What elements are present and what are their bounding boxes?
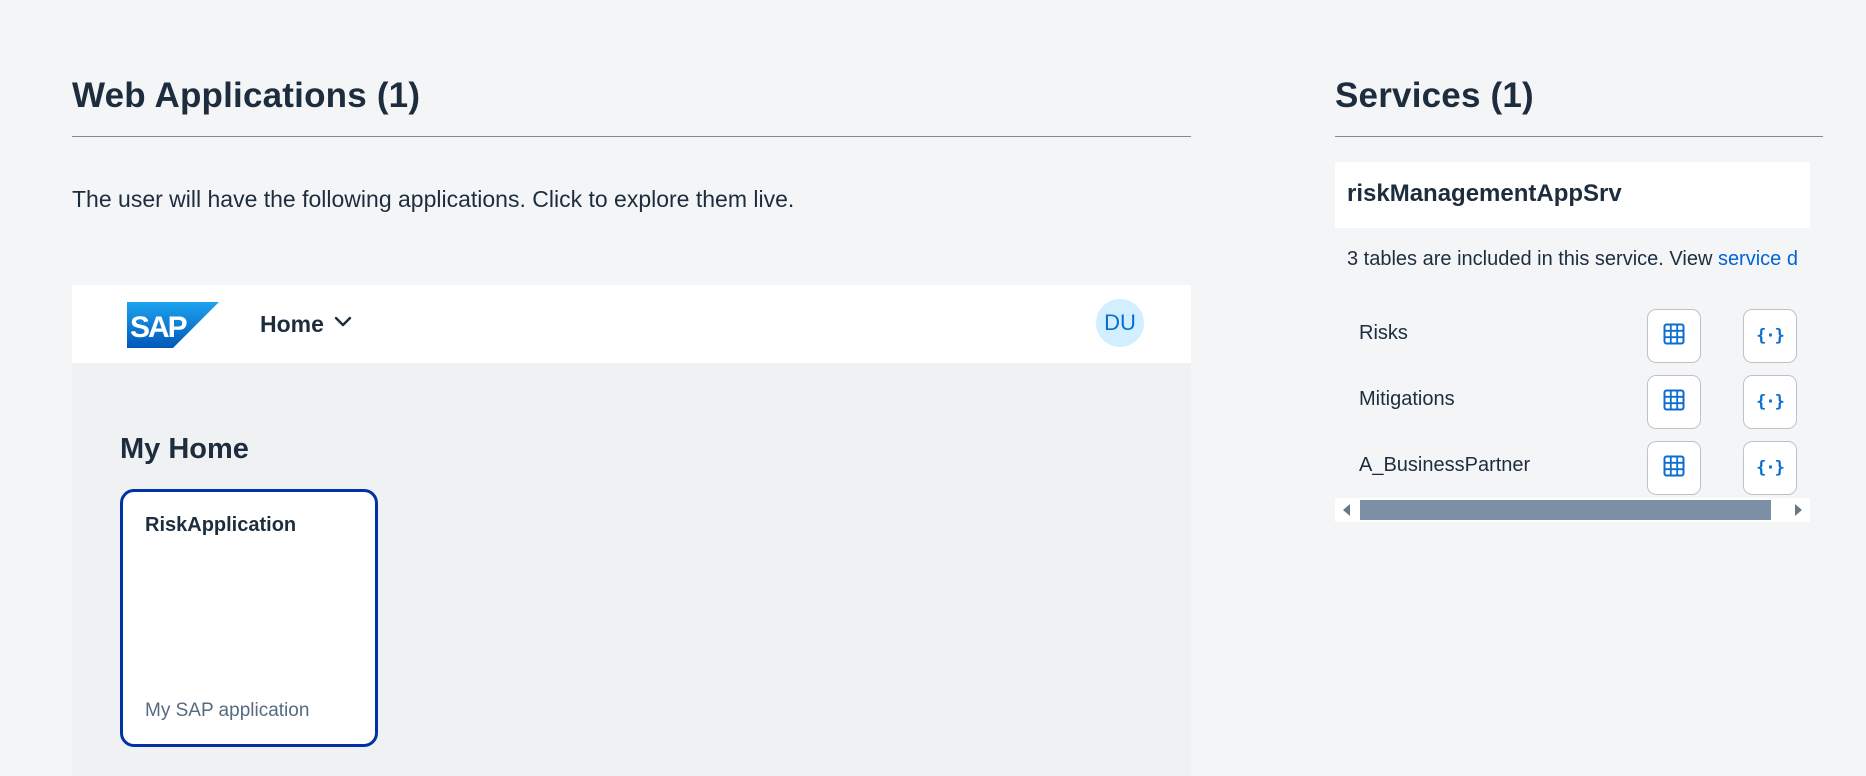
json-braces-icon: {·} <box>1756 458 1785 478</box>
view-table-button[interactable] <box>1647 441 1701 495</box>
home-menu-label: Home <box>260 310 324 337</box>
web-applications-title: Web Applications (1) <box>72 76 421 115</box>
service-name: riskManagementAppSrv <box>1347 180 1622 207</box>
scrollbar-thumb[interactable] <box>1360 500 1771 520</box>
table-name: Mitigations <box>1359 388 1455 410</box>
tile-subtitle: My SAP application <box>145 700 310 721</box>
services-divider <box>1335 136 1823 137</box>
table-row: Risks {·} <box>1335 302 1810 368</box>
table-name: A_BusinessPartner <box>1359 454 1531 476</box>
view-table-button[interactable] <box>1647 375 1701 429</box>
horizontal-scrollbar[interactable] <box>1335 498 1810 522</box>
scroll-left-arrow-icon[interactable] <box>1343 504 1350 516</box>
user-avatar[interactable]: DU <box>1096 299 1144 347</box>
tile-title: RiskApplication <box>145 514 297 536</box>
table-grid-icon <box>1663 389 1685 416</box>
service-info-label: 3 tables are included in this service. V… <box>1347 248 1718 270</box>
web-applications-divider <box>72 136 1191 137</box>
web-applications-description: The user will have the following applica… <box>72 186 795 212</box>
table-grid-icon <box>1663 323 1685 350</box>
table-row: Mitigations {·} <box>1335 368 1810 434</box>
page-title: My Home <box>120 433 249 465</box>
service-info-text: 3 tables are included in this service. V… <box>1347 248 1810 276</box>
sap-logo-icon: SAP <box>127 302 219 348</box>
risk-application-tile[interactable]: RiskApplication My SAP application <box>120 489 378 747</box>
json-braces-icon: {·} <box>1756 326 1785 346</box>
sap-logo-text: SAP <box>130 311 187 344</box>
service-card-header: riskManagementAppSrv <box>1335 162 1810 228</box>
app-preview: SAP Home DU My Home RiskApplication My S… <box>72 285 1191 776</box>
view-json-button[interactable]: {·} <box>1743 441 1797 495</box>
view-table-button[interactable] <box>1647 309 1701 363</box>
chevron-down-icon <box>334 315 352 333</box>
table-row: A_BusinessPartner {·} <box>1335 434 1810 500</box>
table-grid-icon <box>1663 455 1685 482</box>
home-menu-button[interactable]: Home <box>260 307 352 341</box>
services-title: Services (1) <box>1335 76 1534 115</box>
view-json-button[interactable]: {·} <box>1743 375 1797 429</box>
view-json-button[interactable]: {·} <box>1743 309 1797 363</box>
table-name: Risks <box>1359 322 1408 344</box>
scroll-right-arrow-icon[interactable] <box>1795 504 1802 516</box>
sap-logo[interactable]: SAP <box>127 302 219 348</box>
service-details-link[interactable]: service d <box>1718 248 1798 270</box>
json-braces-icon: {·} <box>1756 392 1785 412</box>
shell-bar: SAP Home DU <box>72 285 1191 363</box>
